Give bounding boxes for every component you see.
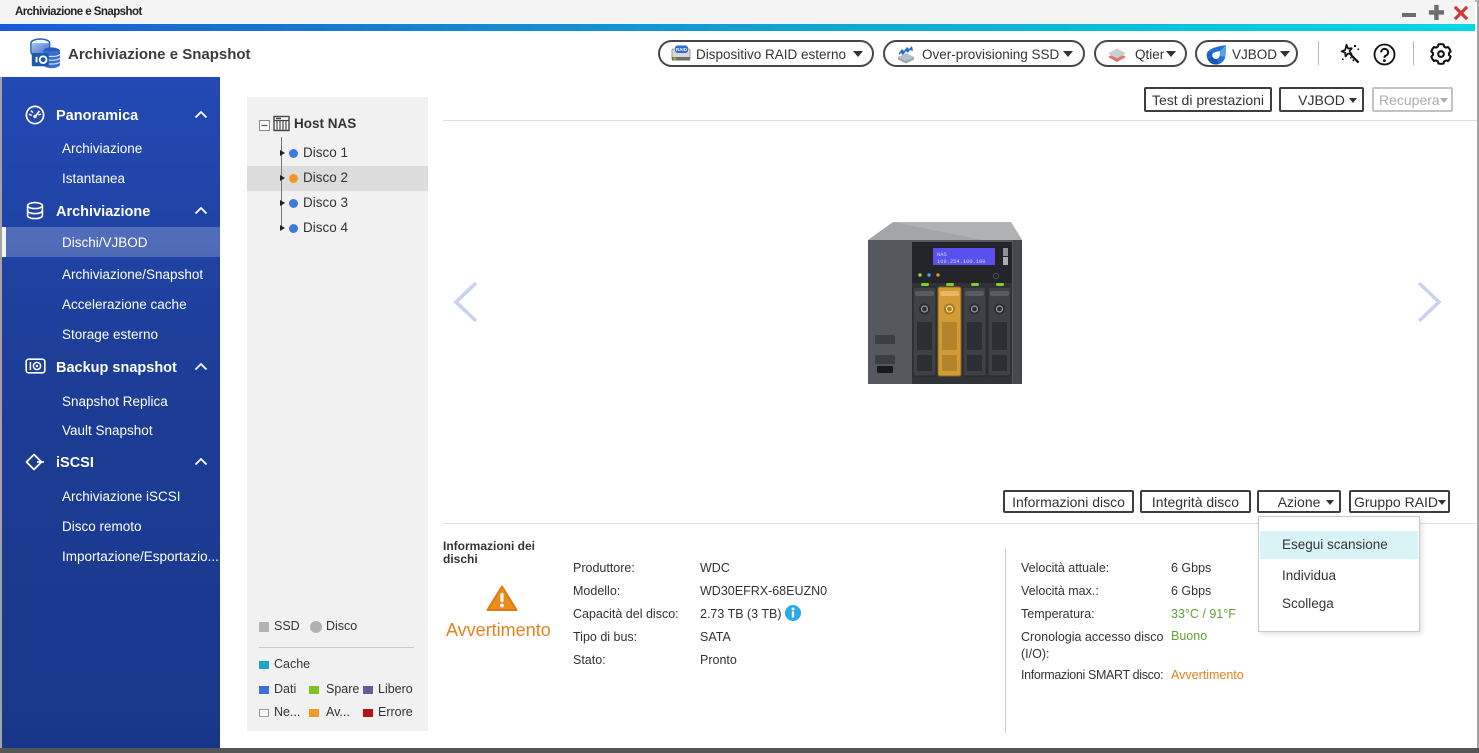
svg-text:169.254.100.100: 169.254.100.100: [937, 259, 986, 265]
svg-text:NAS: NAS: [937, 252, 947, 258]
svg-text:RAID: RAID: [676, 47, 688, 52]
